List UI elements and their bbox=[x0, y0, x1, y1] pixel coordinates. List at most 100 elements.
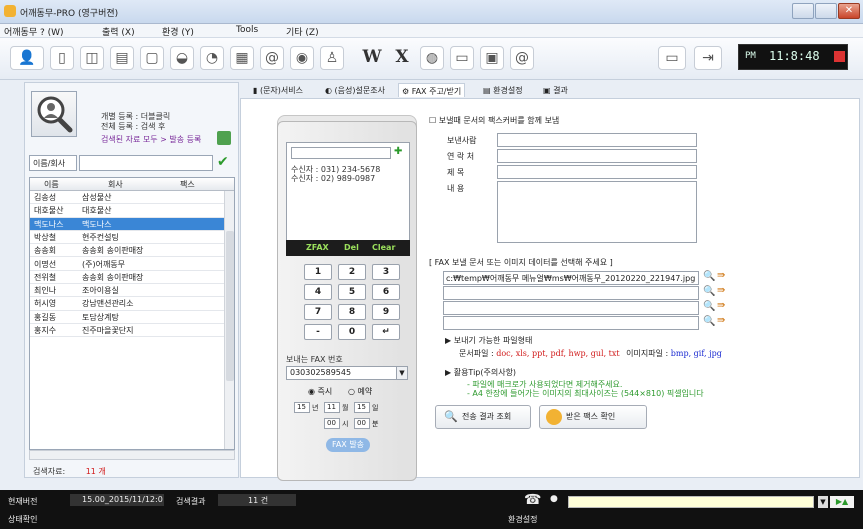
keypad-key[interactable]: ↵ bbox=[372, 324, 400, 340]
chevron-down-icon[interactable]: ▼ bbox=[396, 367, 407, 379]
file-input-3[interactable] bbox=[443, 301, 699, 315]
monitor-icon[interactable]: ▭ bbox=[658, 46, 686, 70]
radio-now[interactable]: ◉ 즉시 bbox=[308, 386, 332, 397]
email-icon[interactable]: @ bbox=[260, 46, 284, 70]
table-row[interactable]: 홍길동 토담상계탕 bbox=[30, 311, 224, 324]
tab-sms[interactable]: ▮ (문자)서비스 bbox=[250, 83, 306, 97]
table-row[interactable]: 최인나 조아이용실 bbox=[30, 284, 224, 298]
keypad-key[interactable]: 8 bbox=[338, 304, 366, 320]
col-name[interactable]: 이름 bbox=[44, 179, 59, 190]
month-select[interactable]: 11 bbox=[324, 402, 340, 413]
attach-icon[interactable]: ⇛ bbox=[717, 315, 725, 326]
attach-icon[interactable]: ⇛ bbox=[717, 300, 725, 311]
globe-icon[interactable]: ◉ bbox=[290, 46, 314, 70]
minute-select[interactable]: 00 bbox=[354, 418, 370, 429]
window-icon[interactable]: ▭ bbox=[450, 46, 474, 70]
file-input-2[interactable] bbox=[443, 286, 699, 300]
settings-label[interactable]: 환경설정 bbox=[508, 514, 537, 525]
keypad-key[interactable]: 3 bbox=[372, 264, 400, 280]
tab-result[interactable]: ▣ 결과 bbox=[540, 83, 571, 97]
hour-select[interactable]: 00 bbox=[324, 418, 340, 429]
tab-settings[interactable]: ▤ 환경설정 bbox=[480, 83, 526, 97]
contact-input[interactable] bbox=[497, 149, 697, 163]
tab-fax[interactable]: ⚙ FAX 주고/받기 bbox=[398, 83, 466, 97]
search-input[interactable] bbox=[79, 155, 213, 171]
menu-print[interactable]: 출력 (X) bbox=[102, 25, 135, 38]
mobile-icon[interactable]: ◫ bbox=[80, 46, 104, 70]
keypad-key[interactable]: 2 bbox=[338, 264, 366, 280]
fax-number-select[interactable]: 030302589545 ▼ bbox=[286, 366, 408, 380]
exit-icon[interactable]: ⇥ bbox=[694, 46, 722, 70]
subject-input[interactable] bbox=[497, 165, 697, 179]
table-row[interactable]: 허시영 강남맨션관리소 bbox=[30, 297, 224, 311]
phone-icon[interactable]: ▯ bbox=[50, 46, 74, 70]
excel-icon[interactable]: X bbox=[390, 46, 414, 70]
year-select[interactable]: 15 bbox=[294, 402, 310, 413]
del-button[interactable]: Del bbox=[344, 243, 359, 252]
keypad-key[interactable]: 6 bbox=[372, 284, 400, 300]
word-icon[interactable]: W bbox=[360, 46, 384, 70]
vertical-scrollbar[interactable] bbox=[224, 191, 234, 449]
voice-icon[interactable]: ◔ bbox=[200, 46, 224, 70]
attach-icon[interactable]: ⇛ bbox=[717, 285, 725, 296]
result-query-button[interactable]: 🔍 전송 결과 조회 bbox=[435, 405, 531, 429]
clear-button[interactable]: Clear bbox=[372, 243, 395, 252]
close-button[interactable]: ✕ bbox=[838, 3, 860, 19]
cover-checkbox[interactable]: ☐ 보낼때 문서의 팩스커버를 함께 보냄 bbox=[429, 115, 559, 126]
menu-etc[interactable]: 기타 (Z) bbox=[286, 25, 319, 38]
radio-reserve[interactable]: ○ 예약 bbox=[348, 386, 372, 397]
search-field-select[interactable]: 이름/회사 bbox=[29, 155, 77, 171]
web-icon[interactable]: ◍ bbox=[420, 46, 444, 70]
table-row[interactable]: 홍지수 진주마을꽃단지 bbox=[30, 324, 224, 338]
table-row[interactable]: 맥도나스 맥도나스 bbox=[30, 217, 224, 231]
fax-send-button[interactable]: FAX 발송 bbox=[326, 438, 370, 452]
table-row[interactable]: 전위철 송송회 송이판매장 bbox=[30, 271, 224, 285]
message-input[interactable] bbox=[568, 496, 814, 508]
maximize-button[interactable] bbox=[815, 3, 837, 19]
horizontal-scrollbar[interactable] bbox=[29, 450, 235, 460]
register-icon[interactable] bbox=[217, 131, 231, 145]
menu-settings[interactable]: 환경 (Y) bbox=[162, 25, 194, 38]
received-fax-button[interactable]: 받은 팩스 확인 bbox=[539, 405, 647, 429]
search-file-icon[interactable]: 🔍 bbox=[703, 316, 715, 327]
attach-icon[interactable]: ⇛ bbox=[717, 270, 725, 281]
content-textarea[interactable] bbox=[497, 181, 697, 243]
keypad-key[interactable]: 4 bbox=[304, 284, 332, 300]
search-file-icon[interactable]: 🔍 bbox=[703, 286, 715, 297]
register-all-link[interactable]: 검색된 자료 모두 > 발송 등록 bbox=[101, 134, 201, 145]
search-file-icon[interactable]: 🔍 bbox=[703, 271, 715, 282]
fax-icon[interactable]: ▤ bbox=[110, 46, 134, 70]
file-input-4[interactable] bbox=[443, 316, 699, 330]
menu-tools[interactable]: Tools bbox=[236, 25, 258, 35]
telephone-icon[interactable]: ☎ bbox=[524, 492, 541, 508]
tab-voice[interactable]: ◐ (음성)설문조사 bbox=[322, 83, 388, 97]
keypad-key[interactable]: 5 bbox=[338, 284, 366, 300]
at-icon[interactable]: @ bbox=[510, 46, 534, 70]
minimize-button[interactable] bbox=[792, 3, 814, 19]
table-row[interactable]: 송송회 송송회 송이판매장 bbox=[30, 244, 224, 258]
check-icon[interactable]: ✔ bbox=[217, 155, 233, 171]
keypad-key[interactable]: 0 bbox=[338, 324, 366, 340]
card-icon[interactable]: ▣ bbox=[480, 46, 504, 70]
memo-icon[interactable]: ▢ bbox=[140, 46, 164, 70]
scroll-thumb[interactable] bbox=[226, 231, 234, 381]
table-row[interactable]: 박상철 현주컨설팅 bbox=[30, 231, 224, 245]
keypad-key[interactable]: - bbox=[304, 324, 332, 340]
calendar-icon[interactable]: ▦ bbox=[230, 46, 254, 70]
table-row[interactable]: 이명선 (주)어깨동무 bbox=[30, 258, 224, 271]
send-message-icon[interactable]: ▶▲ bbox=[830, 496, 854, 508]
search-file-icon[interactable]: 🔍 bbox=[703, 301, 715, 312]
day-select[interactable]: 15 bbox=[354, 402, 370, 413]
keypad-key[interactable]: 7 bbox=[304, 304, 332, 320]
sender-input[interactable] bbox=[497, 133, 697, 147]
person-icon[interactable]: ♙ bbox=[320, 46, 344, 70]
col-company[interactable]: 회사 bbox=[108, 179, 123, 190]
table-row[interactable]: 대호물산 대호물산 bbox=[30, 204, 224, 218]
user-icon[interactable]: 👤 bbox=[10, 46, 44, 70]
col-fax[interactable]: 팩스 bbox=[180, 179, 195, 190]
file-input-1[interactable]: c:₩temp₩어깨동무 메뉴얼₩ms₩어깨동무_20120220_221947… bbox=[443, 271, 699, 285]
keypad-key[interactable]: 9 bbox=[372, 304, 400, 320]
table-row[interactable]: 김송성 삼성물산 bbox=[30, 191, 224, 205]
bag-icon[interactable]: ◒ bbox=[170, 46, 194, 70]
zfax-button[interactable]: ZFAX bbox=[306, 243, 329, 252]
